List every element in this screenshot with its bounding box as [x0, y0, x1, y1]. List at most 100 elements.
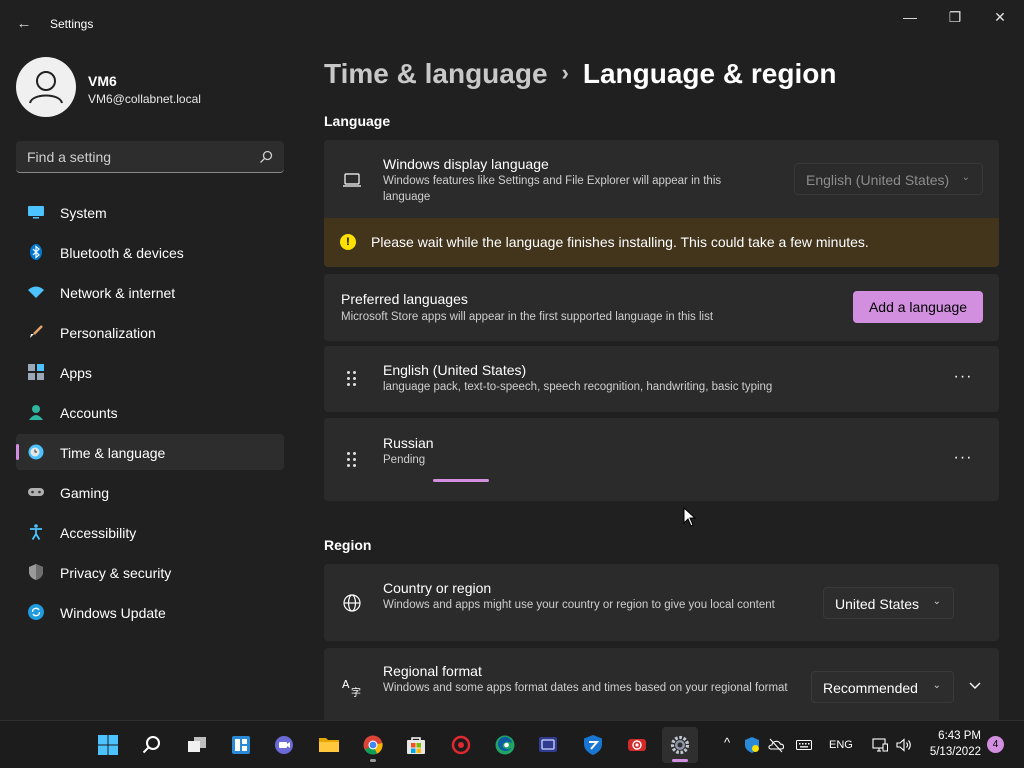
taskbar-app-red[interactable] — [443, 727, 479, 763]
sidebar-item-system[interactable]: System — [16, 194, 284, 230]
settings-taskbar-button[interactable] — [662, 727, 698, 763]
brush-icon — [30, 325, 43, 338]
display-language-dropdown[interactable]: English (United States) ⌄ — [794, 163, 983, 195]
regional-format-title: Regional format — [383, 663, 482, 679]
sidebar-item-gaming[interactable]: Gaming — [16, 474, 284, 510]
sidebar-item-label: Privacy & security — [60, 565, 172, 581]
sidebar-nav: System Bluetooth & devices Network & int… — [16, 194, 284, 634]
task-view-icon — [188, 737, 206, 752]
store-button[interactable] — [398, 727, 434, 763]
sidebar-item-personalization[interactable]: Personalization — [16, 314, 284, 350]
preferred-languages-desc: Microsoft Store apps will appear in the … — [341, 311, 714, 323]
edge-button[interactable] — [487, 727, 523, 763]
edge-icon — [495, 735, 515, 755]
sidebar-item-windows-update[interactable]: Windows Update — [16, 594, 284, 630]
remote-app-button[interactable] — [530, 727, 566, 763]
sidebar-item-bluetooth[interactable]: Bluetooth & devices — [16, 234, 284, 270]
defender-button[interactable] — [575, 727, 611, 763]
regional-format-card[interactable]: A字 Regional format Windows and some apps… — [324, 648, 999, 720]
person-icon — [29, 71, 63, 104]
task-view-button[interactable] — [179, 727, 215, 763]
sidebar-item-label: Bluetooth & devices — [60, 245, 184, 261]
input-language-indicator[interactable]: ENG — [829, 739, 853, 751]
avatar[interactable] — [16, 57, 76, 117]
sidebar-item-label: Windows Update — [60, 605, 166, 621]
warning-icon: ! — [340, 234, 356, 250]
preferred-languages-title: Preferred languages — [341, 291, 468, 307]
warning-text: Please wait while the language finishes … — [371, 234, 869, 250]
country-region-card: Country or region Windows and apps might… — [324, 564, 999, 641]
notification-badge[interactable]: 4 — [987, 736, 1004, 753]
security-tray-icon[interactable] — [744, 737, 760, 753]
back-arrow-icon[interactable]: ← — [14, 14, 34, 34]
country-region-title: Country or region — [383, 580, 492, 596]
widgets-button[interactable] — [223, 727, 259, 763]
recorder-button[interactable] — [619, 727, 655, 763]
more-options-icon[interactable]: ··· — [949, 446, 977, 474]
add-language-button[interactable]: Add a language — [853, 291, 983, 323]
clock-date[interactable]: 5/13/2022 — [925, 746, 981, 758]
breadcrumb-separator-icon: › — [561, 60, 569, 85]
title-bar: ← Settings — ❐ ✕ — [0, 0, 1024, 48]
regional-format-dropdown[interactable]: Recommended ⌄ — [811, 671, 954, 703]
keyboard-icon[interactable] — [796, 737, 812, 753]
chrome-button[interactable] — [355, 727, 391, 763]
taskbar-search-button[interactable] — [134, 727, 170, 763]
sidebar-item-apps[interactable]: Apps — [16, 354, 284, 390]
sidebar-item-accessibility[interactable]: Accessibility — [16, 514, 284, 550]
sidebar-item-label: Accessibility — [60, 525, 137, 541]
chat-button[interactable] — [266, 727, 302, 763]
language-format-icon: A字 — [342, 678, 361, 697]
search-icon — [142, 736, 160, 754]
close-button[interactable]: ✕ — [982, 6, 1018, 28]
maximize-button[interactable]: ❐ — [937, 6, 973, 28]
sidebar-item-accounts[interactable]: Accounts — [16, 394, 284, 430]
chrome-icon — [363, 735, 383, 755]
expand-chevron-icon[interactable] — [964, 678, 986, 696]
globe-icon — [343, 594, 361, 612]
chevron-down-icon: ⌄ — [932, 680, 941, 691]
monitor-icon — [28, 206, 44, 219]
sidebar-item-network[interactable]: Network & internet — [16, 274, 284, 310]
search-input[interactable]: Find a setting — [16, 141, 284, 173]
taskbar: ^ ENG 6:43 PM 5/13/2022 4 — [0, 720, 1024, 768]
more-options-icon[interactable]: ··· — [949, 365, 977, 393]
remote-icon — [539, 737, 557, 752]
sidebar-item-privacy[interactable]: Privacy & security — [16, 554, 284, 590]
laptop-icon — [343, 173, 361, 187]
shield-icon — [29, 564, 43, 580]
dropdown-value: Recommended — [823, 680, 918, 696]
file-explorer-button[interactable] — [311, 727, 347, 763]
display-language-card: Windows display language Windows feature… — [324, 140, 999, 218]
country-region-dropdown[interactable]: United States ⌄ — [823, 587, 954, 619]
minimize-button[interactable]: — — [892, 6, 928, 28]
chevron-down-icon — [969, 682, 981, 689]
page-title: Language & region — [582, 58, 837, 89]
show-hidden-icons-chevron[interactable]: ^ — [719, 735, 735, 751]
display-language-desc: Windows features like Settings and File … — [383, 175, 722, 203]
sidebar-item-label: Gaming — [60, 485, 110, 501]
update-icon — [28, 604, 44, 620]
recorder-icon — [628, 739, 646, 751]
start-button[interactable] — [90, 727, 126, 763]
dropdown-value: English (United States) — [806, 172, 950, 188]
volume-icon[interactable] — [896, 737, 912, 753]
running-indicator — [370, 759, 376, 762]
sidebar-item-time-language[interactable]: Time & language — [16, 434, 284, 470]
regional-format-desc: Windows and some apps format dates and t… — [383, 682, 788, 694]
language-name: English (United States) — [383, 362, 527, 378]
onedrive-icon[interactable] — [768, 737, 784, 753]
user-name: VM6 — [88, 73, 117, 89]
display-language-title: Windows display language — [383, 156, 549, 172]
section-title-language: Language — [324, 113, 391, 129]
language-features: language pack, text-to-speech, speech re… — [383, 381, 773, 393]
network-icon[interactable] — [872, 737, 888, 753]
drag-handle-icon[interactable] — [347, 452, 359, 468]
widgets-icon — [232, 736, 250, 754]
wifi-icon — [28, 286, 44, 298]
running-indicator — [672, 759, 688, 762]
clock-time[interactable]: 6:43 PM — [925, 730, 981, 742]
drag-handle-icon[interactable] — [347, 371, 359, 387]
country-region-desc: Windows and apps might use your country … — [383, 599, 775, 611]
breadcrumb-parent[interactable]: Time & language — [324, 58, 548, 89]
